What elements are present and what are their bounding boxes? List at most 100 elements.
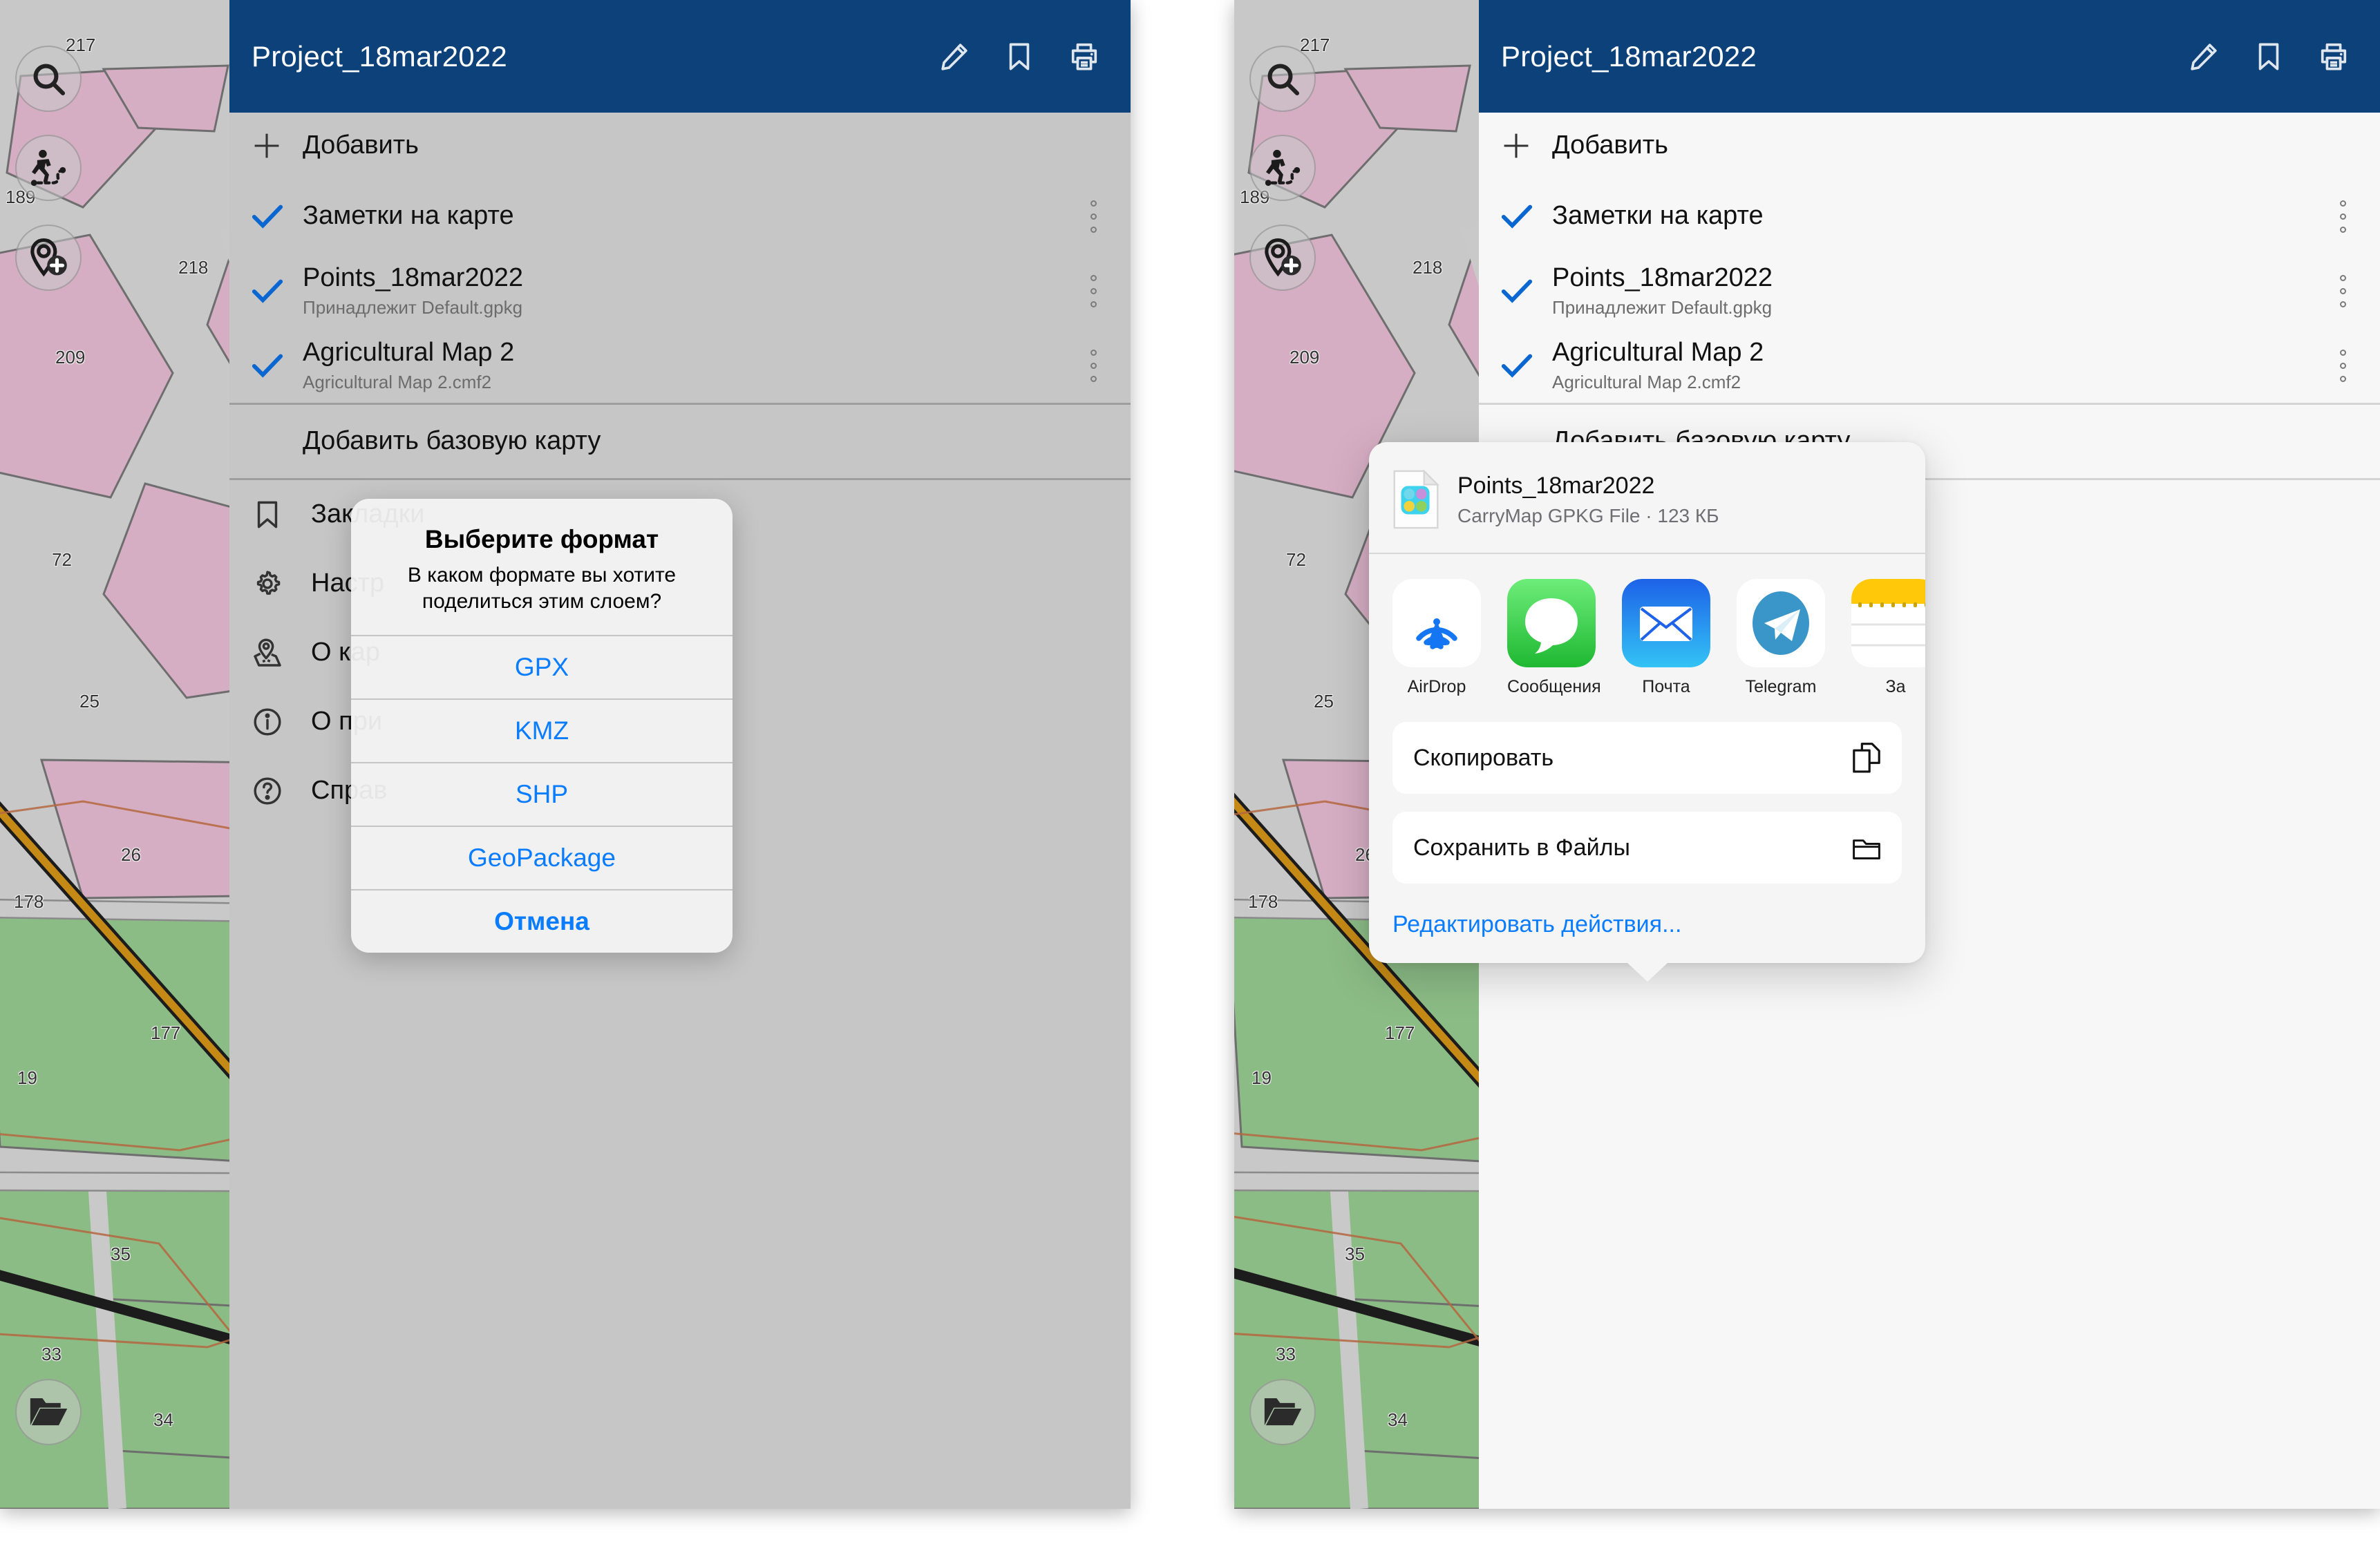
action-sheet-message: В каком формате вы хотите поделиться эти… (407, 564, 677, 613)
share-action-label: Скопировать (1413, 744, 1554, 771)
plus-icon (252, 131, 303, 161)
share-target-telegram[interactable]: Telegram (1737, 579, 1825, 697)
share-target-mail[interactable]: Почта (1622, 579, 1710, 697)
action-option-geopackage[interactable]: GeoPackage (351, 826, 733, 889)
table-row[interactable]: Agricultural Map 2 Agricultural Map 2.cm… (229, 328, 1131, 403)
bookmark-icon[interactable] (2253, 41, 2285, 73)
add-layer-label: Добавить (303, 131, 419, 160)
table-row[interactable]: Points_18mar2022 Принадлежит Default.gpk… (1479, 254, 2380, 328)
layer-name: Заметки на карте (1552, 201, 1764, 231)
table-row[interactable]: Points_18mar2022 Принадлежит Default.gpk… (229, 254, 1131, 328)
map-pin-icon (252, 636, 311, 669)
share-target-label: Telegram (1745, 677, 1817, 696)
layer-name: Agricultural Map 2 (303, 337, 515, 367)
share-targets-row[interactable]: AirDrop Сообщения Почта Telegram За (1369, 554, 1925, 704)
pencil-icon[interactable] (938, 41, 970, 73)
layer-source: Принадлежит Default.gpkg (1552, 297, 1773, 318)
carrymap-gpkg-file-icon (1393, 470, 1439, 529)
search-icon[interactable] (1249, 46, 1316, 112)
open-folder-icon[interactable] (15, 1379, 82, 1445)
checkmark-icon[interactable] (252, 353, 303, 378)
add-basemap-label: Добавить базовую карту (303, 426, 601, 456)
checkmark-icon[interactable] (1501, 278, 1552, 303)
header-actions (2188, 41, 2350, 73)
layer-menu-icon[interactable] (2329, 200, 2357, 233)
table-row[interactable]: Agricultural Map 2 Agricultural Map 2.cm… (1479, 328, 2380, 403)
share-action-copy[interactable]: Скопировать (1392, 722, 1902, 794)
layer-menu-icon[interactable] (1079, 274, 1107, 307)
bookmark-icon (252, 498, 311, 531)
airdrop-icon (1392, 579, 1481, 667)
track-recording-icon[interactable] (15, 135, 82, 201)
action-option-gpx[interactable]: GPX (351, 635, 733, 698)
format-action-sheet: Выберите формат В каком формате вы хотит… (351, 499, 733, 953)
share-target-label: AirDrop (1407, 677, 1466, 696)
search-icon[interactable] (15, 46, 82, 112)
action-option-shp[interactable]: SHP (351, 762, 733, 826)
add-layer-row[interactable]: Добавить (229, 113, 1131, 179)
share-action-save-to-files[interactable]: Сохранить в Файлы (1392, 812, 1902, 884)
table-row[interactable]: Заметки на карте (229, 179, 1131, 254)
page-title: Project_18mar2022 (252, 39, 507, 73)
share-target-label: Сообщения (1507, 677, 1601, 696)
add-layer-row[interactable]: Добавить (1479, 113, 2380, 179)
share-target-notes[interactable]: За (1851, 579, 1925, 697)
add-layer-label: Добавить (1552, 131, 1668, 160)
share-target-messages[interactable]: Сообщения (1507, 579, 1601, 697)
telegram-icon (1737, 579, 1825, 667)
bookmark-icon[interactable] (1003, 41, 1035, 73)
layer-name: Points_18mar2022 (1552, 263, 1773, 292)
layer-menu-icon[interactable] (1079, 200, 1107, 233)
layer-menu-icon[interactable] (2329, 274, 2357, 307)
share-target-airdrop[interactable]: AirDrop (1392, 579, 1481, 697)
open-folder-icon[interactable] (1249, 1379, 1316, 1445)
action-sheet-header: Выберите формат В каком формате вы хотит… (351, 499, 733, 635)
panel-header: Project_18mar2022 (229, 0, 1131, 113)
messages-icon (1507, 579, 1596, 667)
pencil-icon[interactable] (2188, 41, 2220, 73)
cancel-button[interactable]: Отмена (351, 889, 733, 953)
share-target-label: Почта (1642, 677, 1690, 696)
plus-icon (1501, 131, 1552, 161)
checkmark-icon[interactable] (1501, 204, 1552, 229)
share-sheet: Points_18mar2022 CarryMap GPKG File · 12… (1369, 442, 1925, 982)
shared-file-meta: CarryMap GPKG File · 123 КБ (1457, 504, 1719, 526)
info-icon (252, 705, 311, 739)
table-row[interactable]: Заметки на карте (1479, 179, 2380, 254)
mail-icon (1622, 579, 1710, 667)
layer-source: Agricultural Map 2.cmf2 (303, 372, 492, 393)
checkmark-icon[interactable] (252, 204, 303, 229)
shared-file-header: Points_18mar2022 CarryMap GPKG File · 12… (1369, 442, 1925, 553)
action-option-kmz[interactable]: KMZ (351, 698, 733, 762)
copy-icon (1853, 743, 1880, 773)
layer-name: Agricultural Map 2 (1552, 337, 1764, 367)
header-actions (938, 41, 1100, 73)
track-recording-icon[interactable] (1249, 135, 1316, 201)
gear-icon (252, 567, 311, 600)
layer-source: Agricultural Map 2.cmf2 (1552, 372, 1741, 393)
action-sheet-title: Выберите формат (424, 525, 659, 553)
page-title: Project_18mar2022 (1501, 39, 1757, 73)
edit-actions-link[interactable]: Редактировать действия... (1369, 884, 1925, 948)
add-basemap-row[interactable]: Добавить базовую карту (229, 405, 1131, 478)
layer-source: Принадлежит Default.gpkg (303, 297, 523, 318)
screenshot-left: 217 189 218 209 72 25 26 178 177 19 35 3… (0, 0, 1131, 1509)
add-point-icon[interactable] (15, 225, 82, 291)
screenshot-stage: 217 189 218 209 72 25 26 178 177 19 35 3… (0, 0, 2380, 1553)
add-point-icon[interactable] (1249, 225, 1316, 291)
notes-icon (1851, 579, 1925, 667)
layer-name: Points_18mar2022 (303, 263, 523, 292)
checkmark-icon[interactable] (1501, 353, 1552, 378)
screenshot-right: 217 189 218 209 72 25 26 178 177 19 35 3… (1234, 0, 2380, 1509)
panel-header: Project_18mar2022 (1479, 0, 2380, 113)
layer-menu-icon[interactable] (2329, 349, 2357, 382)
shared-file-name: Points_18mar2022 (1457, 472, 1655, 499)
help-icon (252, 774, 311, 808)
print-icon[interactable] (1068, 41, 1100, 73)
layer-name: Заметки на карте (303, 201, 514, 231)
folder-icon (1853, 839, 1880, 859)
layer-menu-icon[interactable] (1079, 349, 1107, 382)
checkmark-icon[interactable] (252, 278, 303, 303)
print-icon[interactable] (2318, 41, 2350, 73)
popover-tail (1626, 962, 1668, 982)
